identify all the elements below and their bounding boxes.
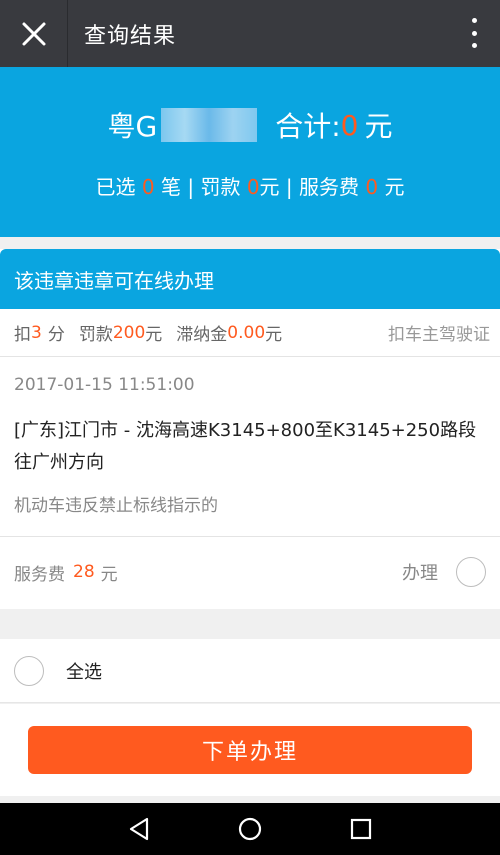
submit-area: 下单办理 [0,704,500,796]
fine-amount: 200 [112,322,146,343]
violation-location: [广东]江门市 - 沈海高速K3145+800至K3145+250路段往广州方向 [14,420,477,473]
service-fee-amount: 28 [73,562,95,582]
violation-fine-row: 扣3 分 罚款 200 元 滞纳金 0.00 元 扣车主驾驶证 [0,309,500,357]
summary-panel: 粤G 合计: 0 元 已选 0 笔 | 罚款 0元 | 服务费 0 元 [0,67,500,237]
fine-unit: 元 [145,325,163,345]
total-unit: 元 [364,110,393,143]
selected-count: 0 [141,175,155,199]
service-fee-prefix: 服务费 [14,564,65,585]
violation-detail: 2017-01-15 11:51:00 [广东]江门市 - 沈海高速K3145+… [0,357,500,537]
separator: | [187,175,201,199]
late-fee-unit: 元 [265,325,283,345]
submit-order-button[interactable]: 下单办理 [28,726,472,774]
violation-time: 2017-01-15 11:51:00 [14,375,195,395]
service-value: 0 [365,175,379,199]
plate-total-line: 粤G 合计: 0 元 [0,105,500,145]
select-all-radio[interactable] [14,655,44,686]
handle-radio[interactable] [456,557,486,587]
plate-prefix: 粤G [107,110,158,143]
service-unit: 元 [384,175,405,199]
fine-label: 罚款 [200,175,241,199]
service-fee-row: 服务费 28 元 办理 [0,537,500,607]
summary-stats-line: 已选 0 笔 | 罚款 0元 | 服务费 0 元 [0,171,500,200]
violation-card-header: 该违章违章可在线办理 [0,249,500,309]
selected-unit: 笔 [160,175,181,199]
points-value: 3 [31,322,42,343]
late-fee-amount: 0.00 [227,322,266,343]
handle-label: 办理 [402,563,438,584]
page-title: 查询结果 [84,23,177,49]
deduct-note: 扣车主驾驶证 [388,325,490,345]
separator: | [285,175,300,199]
violation-description: 机动车违反禁止标线指示的 [14,496,218,516]
selected-label: 已选 [95,175,136,199]
plate-number-mask [161,108,258,142]
app-top-bar: 查询结果 [0,0,500,67]
total-value: 0 [340,108,359,142]
select-all-row[interactable]: 全选 [0,639,500,703]
select-all-label: 全选 [66,661,102,683]
nav-back-icon[interactable] [126,816,152,842]
service-label: 服务费 [299,175,360,199]
system-nav-bar [0,803,500,855]
fine-prefix: 罚款 [78,325,113,345]
more-vertical-icon[interactable] [470,18,478,48]
close-icon [22,22,45,45]
service-fee-unit: 元 [100,564,118,585]
nav-recents-icon[interactable] [348,816,374,842]
points-unit: 分 [47,325,65,345]
points-prefix: 扣 [14,325,31,345]
fine-value: 0 [246,175,260,199]
fine-unit: 元 [259,175,280,199]
total-label: 合计: [275,110,341,143]
nav-home-icon[interactable] [237,816,263,842]
violation-card: 该违章违章可在线办理 扣3 分 罚款 200 元 滞纳金 0.00 元 扣车主驾驶证 2… [0,249,500,609]
late-fee-prefix: 滞纳金 [176,325,228,345]
close-button[interactable] [0,0,68,67]
